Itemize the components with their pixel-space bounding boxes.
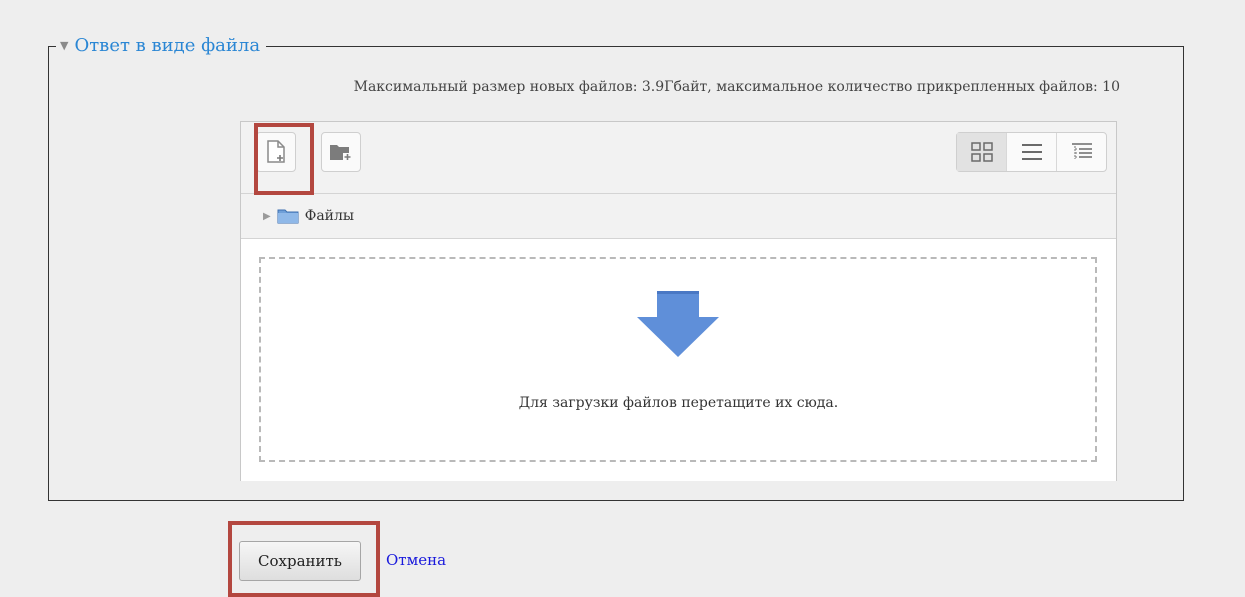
down-arrow-icon xyxy=(637,291,719,357)
drop-zone-border xyxy=(259,257,1097,462)
add-folder-icon xyxy=(330,145,352,161)
file-manager: ▶ Файлы Для загрузки файлов перетащите и… xyxy=(240,121,1117,481)
drop-zone[interactable]: Для загрузки файлов перетащите их сюда. xyxy=(241,239,1116,481)
section-title[interactable]: Ответ в виде файла xyxy=(74,36,260,56)
upload-limits-text: Максимальный размер новых файлов: 3.9Гба… xyxy=(353,79,1120,95)
add-file-icon xyxy=(267,140,285,163)
add-file-button[interactable] xyxy=(256,132,296,172)
folder-icon xyxy=(277,209,299,224)
cancel-link[interactable]: Отмена xyxy=(386,549,446,571)
drop-zone-hint: Для загрузки файлов перетащите их сюда. xyxy=(518,395,839,411)
expand-arrow-icon[interactable]: ▶ xyxy=(263,211,271,222)
tree-view-button[interactable] xyxy=(1056,133,1106,171)
add-folder-button[interactable] xyxy=(321,132,361,172)
list-view-button[interactable] xyxy=(1006,133,1056,171)
list-view-icon xyxy=(1021,144,1042,160)
view-mode-group xyxy=(956,132,1107,172)
path-bar: ▶ Файлы xyxy=(241,193,1116,239)
file-manager-toolbar xyxy=(241,122,1116,192)
save-button[interactable]: Сохранить xyxy=(239,541,361,581)
triangle-down-icon[interactable]: ▼ xyxy=(60,36,68,56)
icons-view-button[interactable] xyxy=(957,133,1006,171)
path-folder-label[interactable]: Файлы xyxy=(305,208,354,224)
tree-view-icon xyxy=(1071,143,1092,159)
icons-view-icon xyxy=(970,142,993,162)
section-legend[interactable]: ▼ Ответ в виде файла xyxy=(56,36,267,56)
